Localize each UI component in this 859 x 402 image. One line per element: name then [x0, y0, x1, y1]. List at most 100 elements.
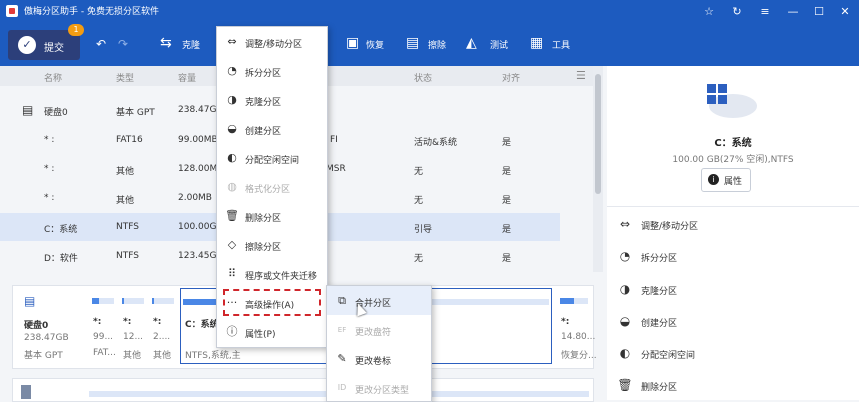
- wipe-label[interactable]: 擦除: [428, 38, 446, 51]
- id-icon: ID: [337, 383, 347, 392]
- segment-size: 12...: [123, 332, 144, 342]
- menu-item-label: 分配空闲空间: [245, 156, 300, 166]
- menu-item-split[interactable]: ◔ 拆分分区: [217, 56, 327, 85]
- menu-item-properties[interactable]: ⓘ 属性(P): [217, 317, 327, 346]
- menu-item-move-resize[interactable]: ⇔ 调整/移动分区: [217, 27, 327, 56]
- restore-label[interactable]: 恢复: [366, 38, 384, 51]
- test-icon[interactable]: ◭: [466, 35, 477, 51]
- submenu-item-change-letter: EF 更改盘符: [327, 315, 431, 344]
- properties-panel: C：系统 100.00 GB(27% 空闲),NTFS i 属性 ⇔ 调整/移动…: [607, 66, 859, 400]
- segment-size: 99...: [93, 332, 114, 342]
- action-allocate[interactable]: ◐ 分配空闲空间: [617, 341, 847, 365]
- columns-menu-icon[interactable]: ☰: [576, 69, 586, 82]
- disk-type: 基本 GPT: [24, 351, 63, 361]
- menu-icon[interactable]: ≡: [756, 3, 774, 21]
- close-icon[interactable]: ✕: [836, 3, 854, 21]
- usage-fill: [92, 298, 99, 304]
- selected-partition-title: C：系统: [714, 138, 752, 149]
- partition-icon: [707, 84, 757, 118]
- segment-label: *:: [153, 317, 162, 327]
- col-capacity[interactable]: 容量: [178, 71, 196, 84]
- clone-icon[interactable]: ⇆: [160, 35, 172, 51]
- restore-icon[interactable]: ▣: [346, 35, 359, 51]
- partition-segment[interactable]: *: 99... FAT...: [90, 288, 116, 364]
- submenu-item-merge[interactable]: ⧉ 合并分区: [327, 286, 431, 315]
- menu-item-app-migrate[interactable]: ⠿ 程序或文件夹迁移: [217, 259, 327, 288]
- row-type: NTFS: [116, 222, 139, 232]
- undo-icon[interactable]: ↶: [96, 37, 106, 51]
- scrollbar-thumb[interactable]: [595, 74, 601, 194]
- partition-segment[interactable]: *: 12... 其他: [120, 288, 146, 364]
- action-clone[interactable]: ◑ 克隆分区: [617, 277, 847, 301]
- usage-bar: [92, 298, 114, 304]
- context-menu: ⇔ 调整/移动分区 ◔ 拆分分区 ◑ 克隆分区 ◒ 创建分区 ◐ 分配空闲空间 …: [216, 26, 328, 348]
- partition-segment[interactable]: *: 14.80... 恢复分...: [558, 288, 597, 364]
- eraser-icon: ◇: [227, 238, 237, 251]
- col-status[interactable]: 状态: [414, 71, 432, 84]
- clone-label[interactable]: 克隆: [182, 38, 200, 51]
- tools-label[interactable]: 工具: [552, 38, 570, 51]
- row-type: NTFS: [116, 251, 139, 261]
- menu-item-clone[interactable]: ◑ 克隆分区: [217, 85, 327, 114]
- menu-item-label: 克隆分区: [245, 98, 282, 108]
- action-create[interactable]: ◒ 创建分区: [617, 309, 847, 333]
- create-icon: ◒: [619, 314, 631, 328]
- pending-count-badge: 1: [68, 24, 84, 36]
- submenu-item-change-label[interactable]: ✎ 更改卷标: [327, 344, 431, 373]
- refresh-icon[interactable]: ↻: [728, 3, 746, 21]
- action-label: 创建分区: [641, 319, 678, 329]
- row-filesystem: FI: [330, 135, 338, 145]
- create-icon: ◒: [227, 122, 237, 135]
- row-type: 其他: [116, 196, 135, 206]
- col-type[interactable]: 类型: [116, 71, 134, 84]
- list-scrollbar[interactable]: [593, 66, 603, 272]
- col-align[interactable]: 对齐: [502, 71, 520, 84]
- row-status: 引导: [414, 225, 433, 235]
- menu-item-delete[interactable]: 🗑 删除分区: [217, 201, 327, 230]
- properties-button[interactable]: i 属性: [701, 168, 751, 192]
- segment-label: C：系统: [185, 320, 219, 330]
- row-capacity: 99.00MB: [178, 135, 218, 145]
- app-migrate-icon: ⠿: [227, 267, 237, 280]
- row-status: 无: [414, 167, 424, 177]
- more-icon: ···: [226, 296, 238, 309]
- segment-fs: 其他: [123, 351, 142, 361]
- action-label: 拆分分区: [641, 254, 678, 264]
- row-align: 是: [502, 225, 512, 235]
- row-filesystem: MSR: [326, 164, 346, 174]
- star-icon[interactable]: ☆: [700, 3, 718, 21]
- clone-icon: ◑: [619, 282, 631, 296]
- action-move-resize[interactable]: ⇔ 调整/移动分区: [617, 212, 847, 236]
- info-icon: i: [708, 174, 719, 185]
- maximize-icon[interactable]: ☐: [810, 3, 828, 21]
- usage-bar: [152, 298, 174, 304]
- minimize-icon[interactable]: —: [784, 3, 802, 21]
- menu-item-format: ◍ 格式化分区: [217, 172, 327, 201]
- menu-item-label: 创建分区: [245, 127, 282, 137]
- menu-item-label: 属性(P): [245, 330, 276, 340]
- tools-icon[interactable]: ▦: [530, 35, 543, 51]
- merge-icon: ⧉: [338, 294, 346, 307]
- disk-icon: ▤: [24, 294, 36, 308]
- wipe-icon[interactable]: ▤: [406, 35, 419, 51]
- usage-fill: [560, 298, 574, 304]
- test-label[interactable]: 测试: [490, 38, 508, 51]
- commit-label: 提交: [44, 43, 64, 54]
- menu-item-allocate[interactable]: ◐ 分配空闲空间: [217, 143, 327, 172]
- segment-size: 2....: [153, 332, 171, 342]
- action-delete[interactable]: 🗑 删除分区: [617, 373, 847, 397]
- menu-item-advanced[interactable]: ··· 高级操作(A): [222, 288, 322, 317]
- menu-item-label: 更改分区类型: [355, 386, 410, 396]
- action-split[interactable]: ◔ 拆分分区: [617, 244, 847, 268]
- disk-name: 硬盘0: [24, 321, 49, 331]
- action-label: 分配空闲空间: [641, 351, 696, 361]
- disk-info[interactable]: ▤ 硬盘0 238.47GB 基本 GPT: [20, 288, 84, 364]
- row-name: * :: [44, 135, 55, 145]
- col-name[interactable]: 名称: [44, 71, 62, 84]
- menu-item-wipe[interactable]: ◇ 擦除分区: [217, 230, 327, 259]
- row-name: * :: [44, 193, 55, 203]
- segment-label: *:: [561, 317, 570, 327]
- partition-segment[interactable]: *: 2.... 其他: [150, 288, 176, 364]
- menu-item-create[interactable]: ◒ 创建分区: [217, 114, 327, 143]
- disk-icon: ▤: [22, 103, 34, 117]
